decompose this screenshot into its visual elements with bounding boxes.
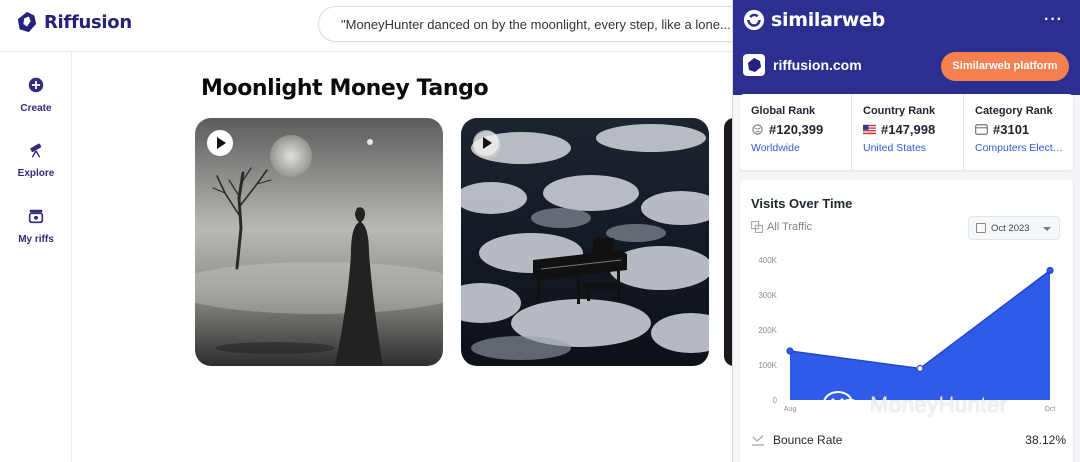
visits-point (1046, 266, 1054, 275)
category-rank-value: #3101 (993, 122, 1030, 137)
bounce-rate-value: 38.12% (1025, 433, 1066, 447)
global-rank-title: Global Rank (751, 105, 816, 117)
country-rank-link[interactable]: United States (863, 142, 963, 154)
chevron-down-icon (1043, 227, 1051, 231)
trend-icon (752, 435, 764, 446)
country-rank-value: #147,998 (881, 122, 936, 137)
traffic-label: All Traffic (767, 221, 813, 233)
global-rank: Global Rank #120,399 Worldwide (740, 94, 851, 170)
nav-create[interactable]: Create (0, 76, 72, 116)
x-tick-label: Oct (1045, 406, 1056, 413)
similarweb-platform-button[interactable]: Similarweb platform (941, 52, 1069, 81)
y-tick-label: 400K (758, 256, 777, 265)
song-card-2[interactable] (461, 118, 709, 366)
global-rank-link[interactable]: Worldwide (751, 142, 851, 154)
country-rank: Country Rank #147,998 United States (851, 94, 963, 170)
riffusion-favicon-icon (743, 54, 765, 76)
nav-explore[interactable]: Explore (0, 141, 72, 181)
side-nav: Create Explore My riffs (0, 52, 72, 462)
wechat-icon (823, 391, 863, 419)
telescope-icon (30, 143, 42, 158)
visits-point (786, 347, 794, 355)
y-tick-label: 200K (758, 326, 777, 335)
date-selector-value: Oct 2023 (991, 223, 1030, 234)
more-menu-icon[interactable]: ··· (1044, 11, 1063, 29)
plus-circle-icon (28, 77, 44, 93)
riffusion-logo[interactable]: Riffusion (16, 11, 132, 33)
bounce-rate-label: Bounce Rate (773, 433, 843, 447)
inbox-icon (28, 209, 44, 224)
prompt-search-box[interactable]: "MoneyHunter danced on by the moonlight,… (318, 6, 758, 42)
watermark-text: MoneyHunter (870, 392, 1008, 417)
play-button[interactable] (207, 130, 233, 156)
piano-in-clouds-artwork (461, 118, 709, 366)
category-rank-value-row: #3101 (975, 122, 1075, 137)
global-rank-value-row: #120,399 (751, 122, 851, 137)
visits-title: Visits Over Time (751, 196, 853, 211)
y-tick-label: 100K (758, 361, 777, 370)
calendar-icon (976, 223, 986, 233)
similarweb-brand: similarweb (771, 9, 885, 31)
song-title: Moonlight Money Tango (201, 76, 489, 101)
rank-summary: Global Rank #120,399 Worldwide Country R… (740, 94, 1073, 170)
watermark: MoneyHunter (822, 390, 1008, 420)
similarweb-logo-icon (743, 9, 765, 31)
similarweb-header: similarweb ··· riffusion.com Similarweb … (733, 0, 1080, 95)
site-domain: riffusion.com (773, 57, 862, 73)
x-tick-label: Aug (784, 406, 797, 413)
riffusion-logo-icon (17, 11, 37, 33)
y-tick-label: 300K (758, 291, 777, 300)
prompt-text: "MoneyHunter danced on by the moonlight,… (341, 17, 731, 32)
category-rank-title: Category Rank (975, 105, 1053, 117)
visits-area (790, 270, 1050, 400)
global-rank-value: #120,399 (769, 122, 824, 137)
traffic-icon (751, 221, 763, 233)
globe-icon (752, 124, 763, 135)
app-name: Riffusion (44, 11, 132, 33)
y-tick-label: 0 (773, 396, 778, 405)
category-rank-link[interactable]: Computers Elect… (975, 142, 1075, 154)
country-rank-title: Country Rank (863, 105, 936, 117)
category-icon (975, 124, 988, 135)
us-flag-icon (863, 124, 876, 135)
nav-my-riffs[interactable]: My riffs (0, 207, 72, 247)
similarweb-logo: similarweb (743, 9, 885, 31)
date-selector[interactable]: Oct 2023 (968, 216, 1060, 240)
visits-point (916, 364, 924, 373)
nav-explore-label: Explore (17, 168, 55, 179)
song-card-1[interactable] (195, 118, 443, 366)
nav-my-riffs-label: My riffs (18, 234, 54, 245)
play-button[interactable] (473, 130, 499, 156)
category-rank: Category Rank #3101 Computers Elect… (963, 94, 1075, 170)
site-identity: riffusion.com (743, 54, 862, 76)
traffic-filter[interactable]: All Traffic (751, 221, 812, 233)
country-rank-value-row: #147,998 (863, 122, 963, 137)
nav-create-label: Create (20, 103, 52, 114)
misty-tree-woman-artwork (195, 118, 443, 366)
